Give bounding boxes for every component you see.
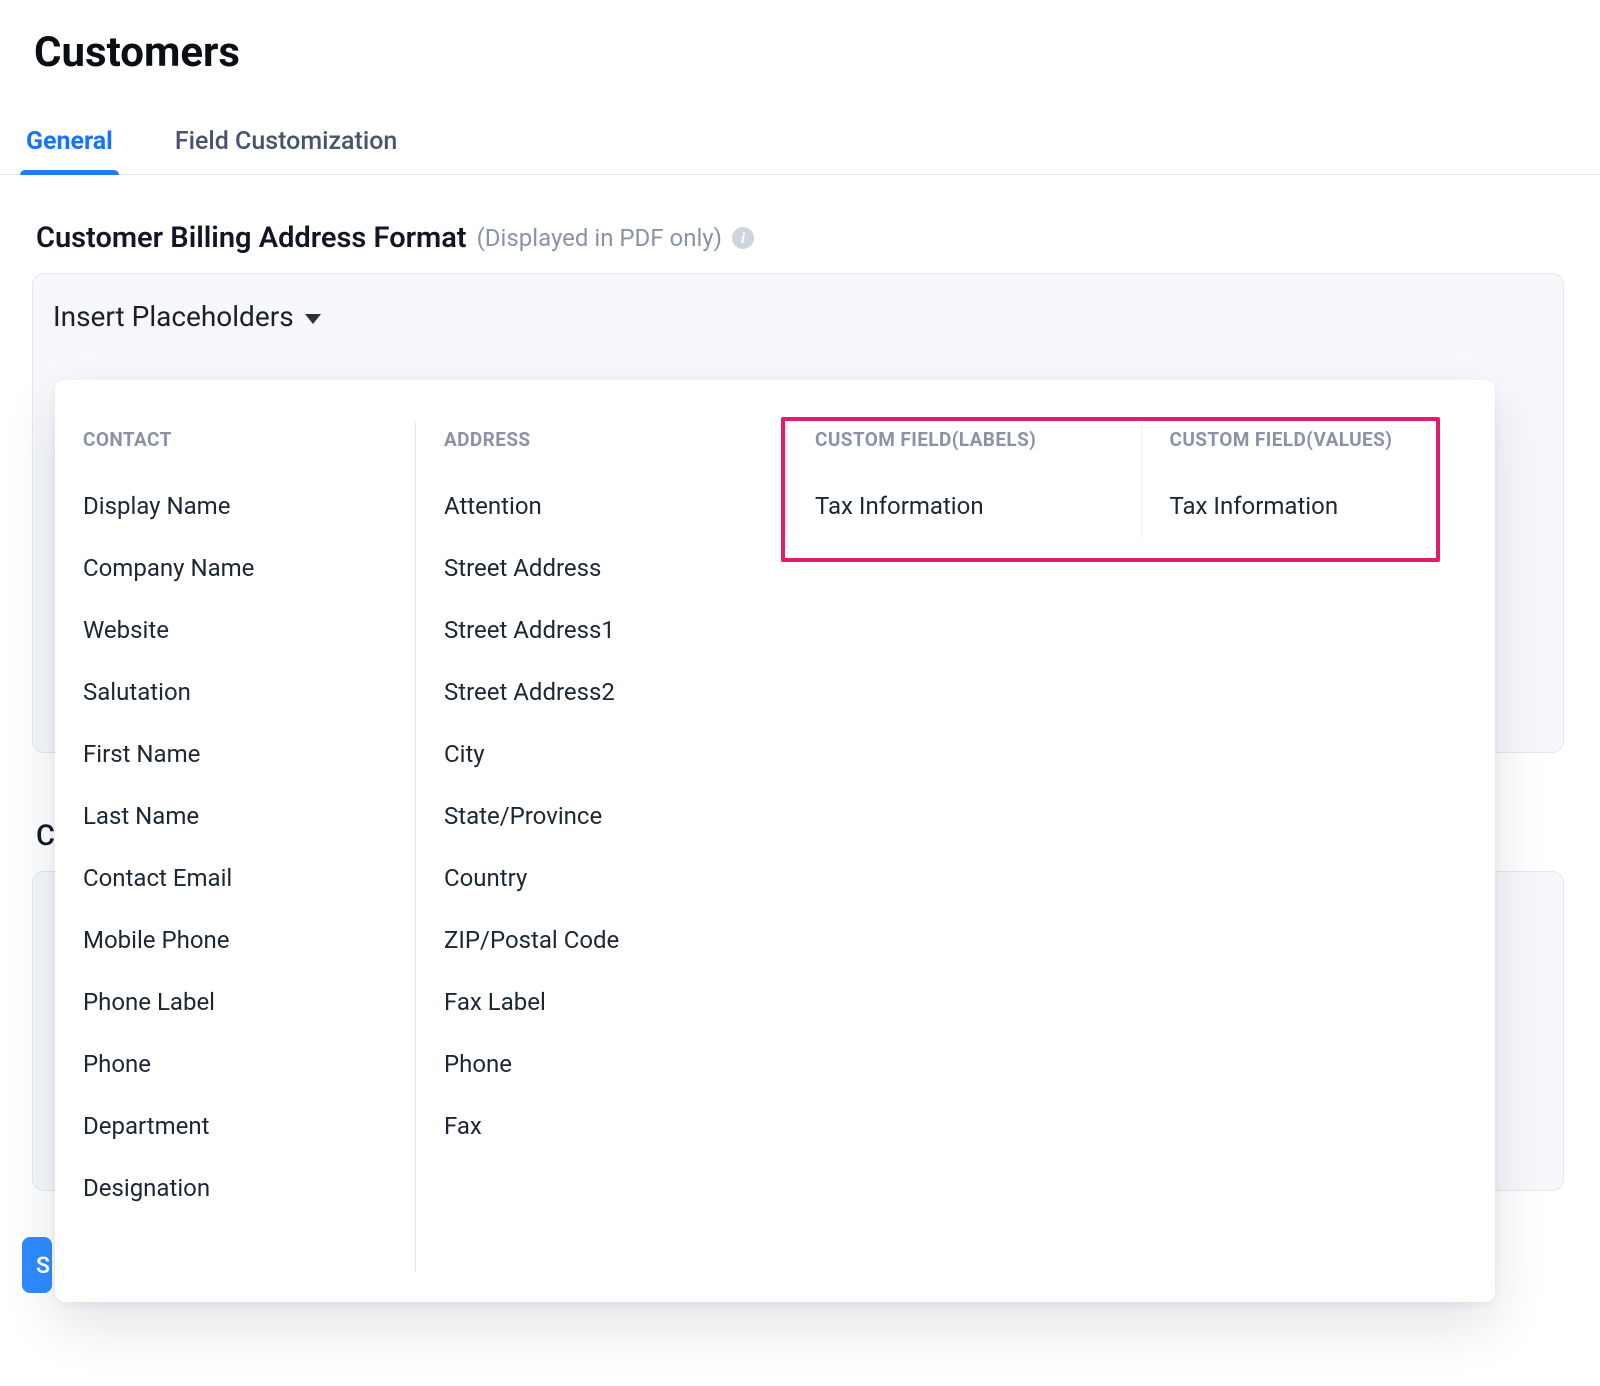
placeholder-contact-mobile-phone[interactable]: Mobile Phone: [77, 909, 393, 971]
placeholder-contact-company-name[interactable]: Company Name: [77, 537, 393, 599]
placeholder-address-street1[interactable]: Street Address1: [438, 599, 763, 661]
column-custom-labels: CUSTOM FIELD(LABELS) Tax Information: [787, 422, 1141, 537]
placeholder-contact-last-name[interactable]: Last Name: [77, 785, 393, 847]
placeholder-contact-phone[interactable]: Phone: [77, 1033, 393, 1095]
placeholder-contact-email[interactable]: Contact Email: [77, 847, 393, 909]
page-title: Customers: [0, 0, 1600, 77]
caret-down-icon: [305, 314, 321, 324]
placeholder-contact-display-name[interactable]: Display Name: [77, 475, 393, 537]
placeholder-contact-phone-label[interactable]: Phone Label: [77, 971, 393, 1033]
placeholder-address-country[interactable]: Country: [438, 847, 763, 909]
column-custom-values: CUSTOM FIELD(VALUES) Tax Information: [1141, 422, 1496, 537]
placeholder-address-fax[interactable]: Fax: [438, 1095, 763, 1157]
tab-field-customization[interactable]: Field Customization: [169, 119, 404, 174]
tabs: General Field Customization: [0, 77, 1600, 175]
column-contact: CONTACT Display Name Company Name Websit…: [55, 422, 415, 1219]
tab-general[interactable]: General: [20, 119, 119, 174]
placeholder-address-street[interactable]: Street Address: [438, 537, 763, 599]
insert-placeholders-trigger[interactable]: Insert Placeholders: [33, 274, 1563, 333]
placeholder-address-attention[interactable]: Attention: [438, 475, 763, 537]
placeholder-address-phone[interactable]: Phone: [438, 1033, 763, 1095]
column-header-custom-values: CUSTOM FIELD(VALUES): [1164, 422, 1474, 475]
placeholder-custom-value-tax-information[interactable]: Tax Information: [1164, 475, 1474, 537]
save-button[interactable]: S: [22, 1237, 52, 1293]
info-icon[interactable]: i: [732, 227, 754, 249]
section-header: Customer Billing Address Format (Display…: [0, 175, 1600, 255]
placeholder-contact-salutation[interactable]: Salutation: [77, 661, 393, 723]
placeholder-contact-department[interactable]: Department: [77, 1095, 393, 1157]
column-header-address: ADDRESS: [438, 422, 763, 475]
placeholder-address-fax-label[interactable]: Fax Label: [438, 971, 763, 1033]
placeholder-address-city[interactable]: City: [438, 723, 763, 785]
section-title: Customer Billing Address Format: [36, 221, 467, 255]
placeholders-popover: CONTACT Display Name Company Name Websit…: [55, 380, 1495, 1302]
column-header-contact: CONTACT: [77, 422, 393, 475]
placeholder-address-state[interactable]: State/Province: [438, 785, 763, 847]
placeholder-custom-label-tax-information[interactable]: Tax Information: [809, 475, 1119, 537]
column-header-custom-labels: CUSTOM FIELD(LABELS): [809, 422, 1119, 475]
column-custom-group: CUSTOM FIELD(LABELS) Tax Information CUS…: [785, 422, 1495, 537]
column-address: ADDRESS Attention Street Address Street …: [415, 422, 785, 1272]
placeholder-contact-first-name[interactable]: First Name: [77, 723, 393, 785]
section-subtitle: (Displayed in PDF only): [477, 224, 722, 252]
insert-placeholders-label: Insert Placeholders: [53, 300, 294, 333]
placeholder-contact-website[interactable]: Website: [77, 599, 393, 661]
placeholder-address-street2[interactable]: Street Address2: [438, 661, 763, 723]
placeholder-contact-designation[interactable]: Designation: [77, 1157, 393, 1219]
placeholder-address-zip[interactable]: ZIP/Postal Code: [438, 909, 763, 971]
